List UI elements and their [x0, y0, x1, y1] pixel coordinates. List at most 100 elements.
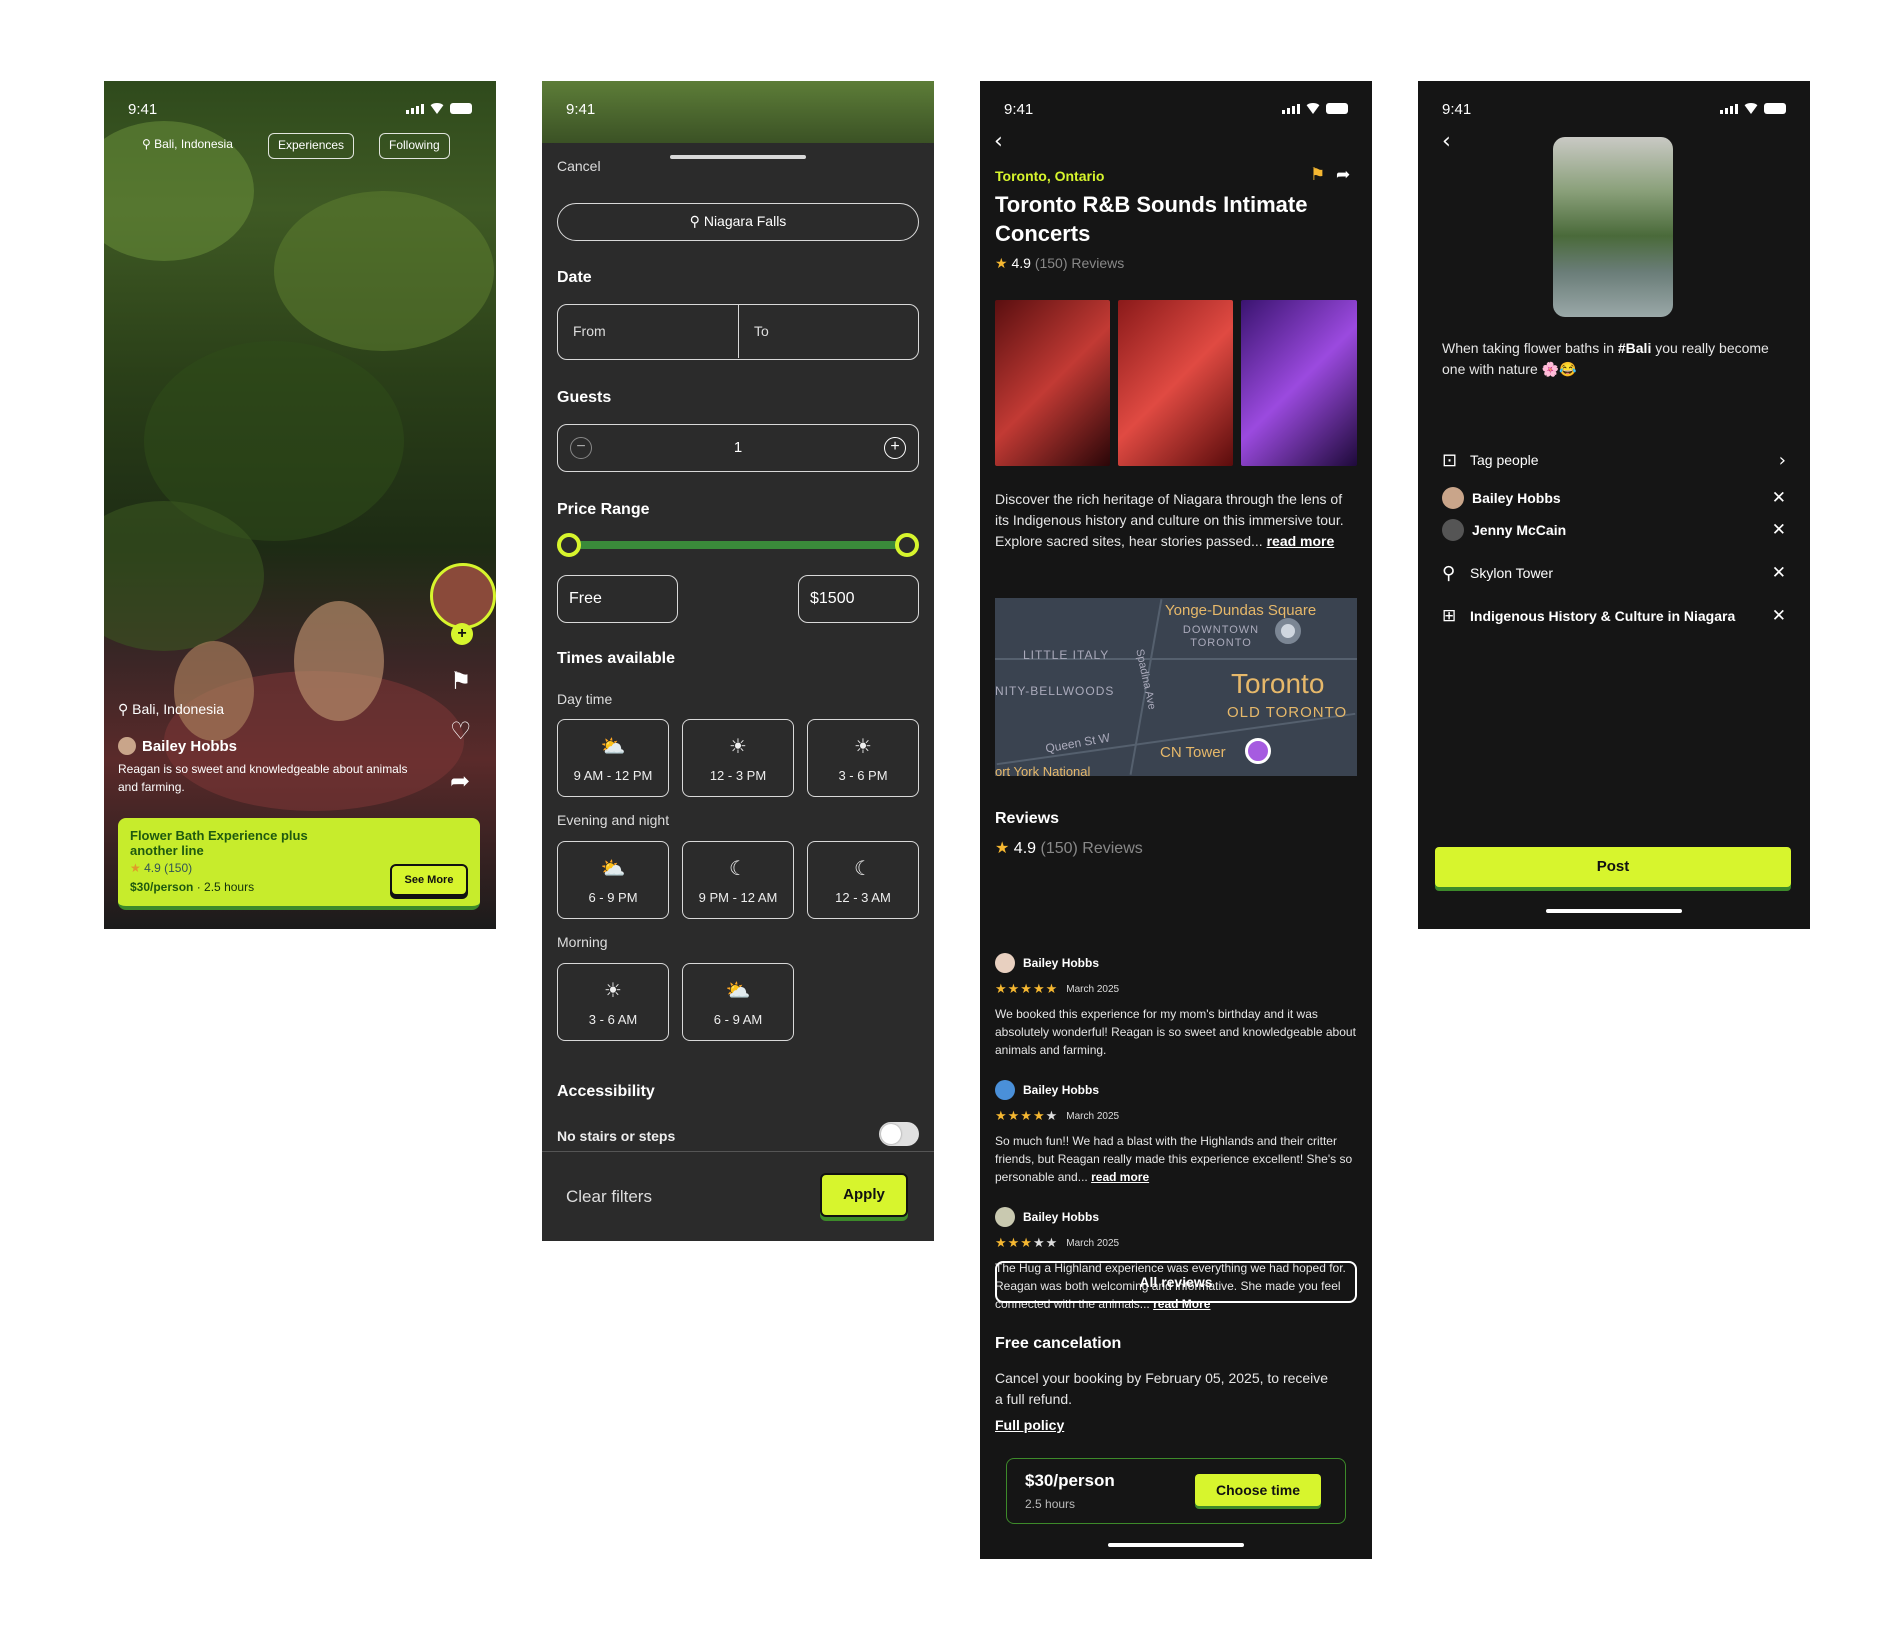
choose-time-button[interactable]: Choose time [1195, 1474, 1321, 1506]
gallery-photo-2[interactable] [1118, 300, 1233, 466]
review-author: Bailey Hobbs [1023, 1083, 1100, 1097]
map-pin-icon[interactable] [1275, 618, 1301, 644]
post-media-thumbnail[interactable] [1553, 137, 1673, 317]
see-more-button[interactable]: See More [390, 864, 468, 896]
tagged-experience-name: Indigenous History & Culture in Niagara [1470, 608, 1736, 624]
time-slot-12-3pm[interactable]: ☀ 12 - 3 PM [682, 719, 794, 797]
time-slot-9pm-12am[interactable]: ☾ 9 PM - 12 AM [682, 841, 794, 919]
time-slot-6-9am[interactable]: ⛅ 6 - 9 AM [682, 963, 794, 1041]
experience-rating: ★ 4.9 (150) Reviews [995, 255, 1124, 272]
star-rating: ★★★★★ [995, 1108, 1059, 1123]
post-user[interactable]: Bailey Hobbs [118, 737, 237, 755]
avatar [995, 953, 1015, 973]
plus-icon[interactable]: + [884, 437, 906, 459]
post-caption[interactable]: When taking flower baths in #Bali you re… [1442, 338, 1786, 380]
sun-icon: ☀ [854, 734, 872, 758]
location-map[interactable]: Yonge-Dundas Square DOWNTOWN TORONTO LIT… [995, 598, 1357, 776]
experience-card[interactable]: Flower Bath Experience plus another line… [118, 818, 480, 910]
tagged-experience: ⊞ Indigenous History & Culture in Niagar… [1442, 601, 1786, 631]
back-icon[interactable]: ‹ [1442, 129, 1451, 154]
caption-hashtag[interactable]: #Bali [1618, 340, 1651, 356]
guests-value: 1 [733, 439, 743, 456]
booking-duration: 2.5 hours [1025, 1497, 1076, 1511]
map-landmark-icon[interactable] [1245, 738, 1271, 764]
date-to-field[interactable]: To [739, 305, 917, 358]
time-slot-6-9pm[interactable]: ⛅ 6 - 9 PM [557, 841, 669, 919]
time-slot-3-6pm[interactable]: ☀ 3 - 6 PM [807, 719, 919, 797]
all-reviews-button[interactable]: All reviews [995, 1261, 1357, 1303]
apply-button[interactable]: Apply [820, 1173, 908, 1217]
review-date: March 2025 [1066, 983, 1120, 995]
price-slider-max-handle[interactable] [895, 533, 919, 557]
time-slot-label: 9 PM - 12 AM [698, 890, 778, 905]
price-max-field[interactable]: $1500 [798, 575, 919, 623]
tagged-place-name: Skylon Tower [1470, 565, 1554, 581]
home-indicator [1108, 1543, 1244, 1547]
reviews-count: (150) Reviews [1040, 840, 1143, 857]
bookmark-icon[interactable]: ⚑ [1310, 165, 1325, 185]
bookmark-icon[interactable]: ⚑ [450, 667, 472, 695]
time-slot-9am-12pm[interactable]: ⛅ 9 AM - 12 PM [557, 719, 669, 797]
pin-icon: ⚲ [142, 137, 151, 151]
battery-icon [1326, 103, 1348, 114]
experience-rating-value: 4.9 [1011, 255, 1031, 271]
map-label: Yonge-Dundas Square [1165, 602, 1317, 619]
location-chip[interactable]: ⚲ Bali, Indonesia [142, 133, 242, 159]
share-icon[interactable]: ➦ [1336, 165, 1350, 185]
full-policy-link[interactable]: Full policy [995, 1417, 1064, 1433]
follow-plus-icon[interactable]: + [451, 623, 473, 645]
avatar [1442, 519, 1464, 541]
review-text: So much fun!! We had a blast with the Hi… [995, 1132, 1357, 1186]
star-icon: ★ [130, 861, 141, 875]
back-icon[interactable]: ‹ [994, 129, 1003, 154]
tab-following[interactable]: Following [379, 133, 450, 159]
review-header: Bailey Hobbs [995, 953, 1357, 973]
price-slider-min-handle[interactable] [557, 533, 581, 557]
cancel-button[interactable]: Cancel [557, 158, 601, 174]
no-stairs-toggle[interactable] [879, 1122, 919, 1146]
heart-icon[interactable]: ♡ [450, 717, 472, 745]
creator-avatar[interactable] [430, 563, 496, 629]
cancellation-title: Free cancelation [995, 1335, 1122, 1352]
remove-icon[interactable]: ✕ [1772, 606, 1786, 626]
tab-experiences[interactable]: Experiences [268, 133, 355, 159]
remove-icon[interactable]: ✕ [1772, 488, 1786, 508]
experience-reviews-count: (150) Reviews [1034, 255, 1125, 271]
tag-people-row[interactable]: ⊡ Tag people › [1442, 445, 1786, 475]
review-read-more-link[interactable]: read more [1091, 1170, 1149, 1184]
tagged-person-name: Jenny McCain [1472, 522, 1567, 538]
location-chip-label: Bali, Indonesia [154, 137, 233, 151]
sheet-handle[interactable] [670, 155, 806, 159]
accessibility-label: Accessibility [557, 1083, 655, 1100]
reviews-summary: ★ 4.9 (150) Reviews [995, 838, 1143, 858]
share-icon[interactable]: ➦ [450, 767, 470, 795]
post-button[interactable]: Post [1435, 847, 1791, 887]
battery-icon [1764, 103, 1786, 114]
status-bar: 9:41 [1418, 93, 1810, 123]
remove-icon[interactable]: ✕ [1772, 520, 1786, 540]
star-rating: ★★★★★ [995, 981, 1059, 996]
gallery-photo-3[interactable] [1241, 300, 1357, 466]
date-from-field[interactable]: From [558, 305, 739, 358]
avatar [995, 1207, 1015, 1227]
review-body: So much fun!! We had a blast with the Hi… [995, 1134, 1353, 1184]
time-slot-label: 12 - 3 PM [709, 768, 767, 783]
map-label: LITTLE ITALY [1023, 648, 1110, 662]
time-slot-label: 12 - 3 AM [835, 890, 891, 905]
read-more-link[interactable]: read more [1267, 533, 1335, 549]
price-slider-track[interactable] [572, 541, 904, 549]
remove-icon[interactable]: ✕ [1772, 563, 1786, 583]
wifi-icon [429, 103, 445, 114]
moon-icon: ☾ [854, 856, 872, 880]
sunset-icon: ⛅ [600, 856, 626, 880]
location-field[interactable]: ⚲ Niagara Falls [557, 203, 919, 241]
signal-icon [1720, 103, 1738, 114]
status-time: 9:41 [566, 101, 596, 118]
time-slot-12-3am[interactable]: ☾ 12 - 3 AM [807, 841, 919, 919]
map-label: NITY-BELLWOODS [995, 684, 1115, 698]
clear-filters-button[interactable]: Clear filters [566, 1187, 652, 1207]
gallery-photo-1[interactable] [995, 300, 1110, 466]
experience-title: Toronto R&B Sounds Intimate Concerts [995, 192, 1308, 246]
time-slot-3-6am[interactable]: ☀ 3 - 6 AM [557, 963, 669, 1041]
price-min-field[interactable]: Free [557, 575, 678, 623]
